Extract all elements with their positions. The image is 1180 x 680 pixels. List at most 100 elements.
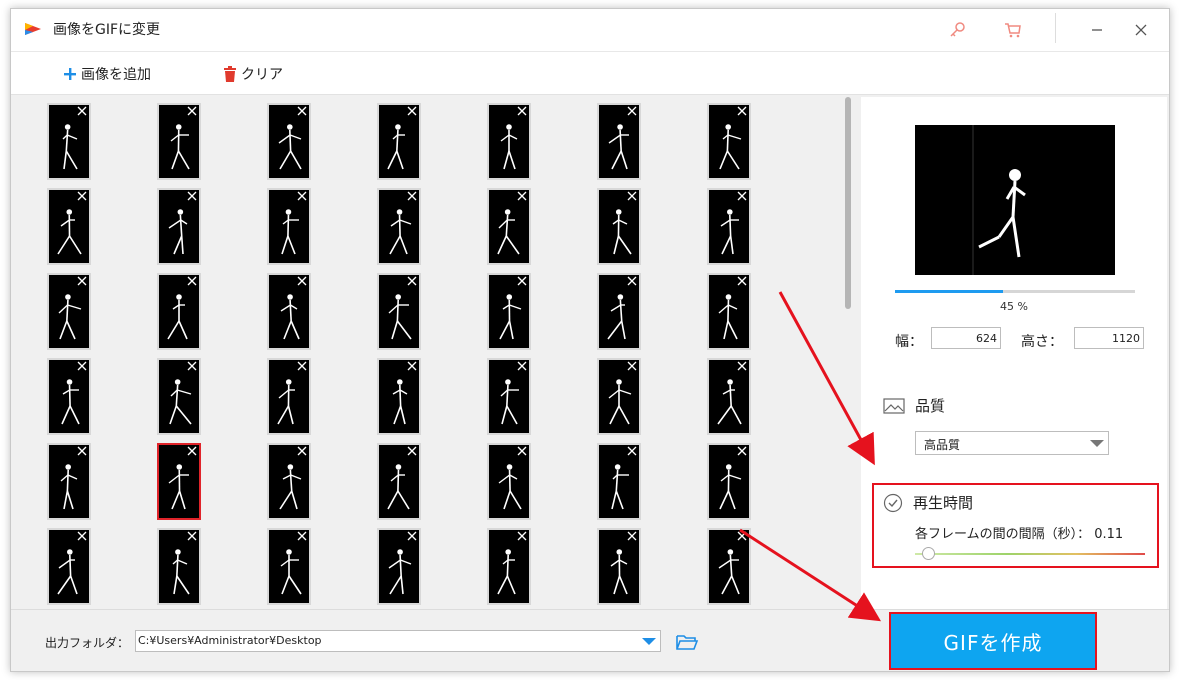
frame-thumbnail[interactable] — [707, 273, 751, 350]
frame-thumbnail[interactable] — [267, 273, 311, 350]
remove-frame-icon[interactable] — [187, 531, 197, 541]
add-image-button[interactable]: 画像を追加 — [63, 62, 151, 86]
frame-thumbnail[interactable] — [377, 443, 421, 520]
remove-frame-icon[interactable] — [77, 446, 87, 456]
remove-frame-icon[interactable] — [627, 106, 637, 116]
remove-frame-icon[interactable] — [187, 191, 197, 201]
remove-frame-icon[interactable] — [517, 106, 527, 116]
minimize-button[interactable] — [1083, 17, 1111, 43]
frame-thumbnail[interactable] — [597, 358, 641, 435]
frame-thumbnail[interactable] — [377, 103, 421, 180]
remove-frame-icon[interactable] — [627, 191, 637, 201]
frame-thumbnail[interactable] — [157, 103, 201, 180]
remove-frame-icon[interactable] — [187, 361, 197, 371]
frame-thumbnail[interactable] — [707, 443, 751, 520]
frame-thumbnail[interactable] — [157, 443, 201, 520]
close-button[interactable] — [1127, 17, 1155, 43]
frame-thumbnail[interactable] — [707, 528, 751, 605]
remove-frame-icon[interactable] — [627, 446, 637, 456]
clear-button[interactable]: クリア — [223, 62, 283, 86]
remove-frame-icon[interactable] — [187, 276, 197, 286]
frame-thumbnail[interactable] — [47, 188, 91, 265]
frame-thumbnail[interactable] — [597, 188, 641, 265]
remove-frame-icon[interactable] — [627, 531, 637, 541]
frame-thumbnail[interactable] — [377, 528, 421, 605]
remove-frame-icon[interactable] — [187, 446, 197, 456]
frame-thumbnail[interactable] — [707, 358, 751, 435]
frame-thumbnail[interactable] — [487, 528, 531, 605]
remove-frame-icon[interactable] — [737, 531, 747, 541]
thumbnail-scrollbar[interactable] — [845, 97, 853, 607]
frame-thumbnail[interactable] — [487, 273, 531, 350]
remove-frame-icon[interactable] — [517, 531, 527, 541]
frame-thumbnail[interactable] — [157, 358, 201, 435]
remove-frame-icon[interactable] — [407, 106, 417, 116]
remove-frame-icon[interactable] — [737, 191, 747, 201]
remove-frame-icon[interactable] — [407, 446, 417, 456]
frame-thumbnail[interactable] — [597, 528, 641, 605]
remove-frame-icon[interactable] — [297, 106, 307, 116]
frame-thumbnail[interactable] — [597, 103, 641, 180]
frame-thumbnail[interactable] — [267, 103, 311, 180]
frame-thumbnail[interactable] — [157, 188, 201, 265]
scrollbar-thumb[interactable] — [845, 97, 851, 309]
remove-frame-icon[interactable] — [297, 446, 307, 456]
frame-thumbnail[interactable] — [377, 188, 421, 265]
frame-thumbnail[interactable] — [47, 443, 91, 520]
frame-thumbnail[interactable] — [487, 103, 531, 180]
output-path-field[interactable]: C:¥Users¥Administrator¥Desktop — [135, 630, 661, 652]
interval-slider-track[interactable] — [915, 553, 1145, 555]
frame-thumbnail[interactable] — [597, 443, 641, 520]
remove-frame-icon[interactable] — [297, 531, 307, 541]
remove-frame-icon[interactable] — [627, 361, 637, 371]
key-button[interactable] — [943, 17, 971, 43]
frame-thumbnail[interactable] — [47, 358, 91, 435]
remove-frame-icon[interactable] — [407, 531, 417, 541]
remove-frame-icon[interactable] — [297, 191, 307, 201]
remove-frame-icon[interactable] — [77, 361, 87, 371]
width-input[interactable] — [931, 327, 1001, 349]
remove-frame-icon[interactable] — [77, 531, 87, 541]
frame-thumbnail[interactable] — [487, 358, 531, 435]
remove-frame-icon[interactable] — [737, 446, 747, 456]
remove-frame-icon[interactable] — [297, 361, 307, 371]
chevron-down-icon[interactable] — [642, 638, 656, 645]
cart-button[interactable] — [999, 17, 1027, 43]
frame-thumbnail[interactable] — [377, 273, 421, 350]
remove-frame-icon[interactable] — [517, 276, 527, 286]
frame-thumbnail[interactable] — [487, 443, 531, 520]
remove-frame-icon[interactable] — [737, 361, 747, 371]
height-input[interactable] — [1074, 327, 1144, 349]
frame-thumbnail[interactable] — [47, 273, 91, 350]
remove-frame-icon[interactable] — [517, 191, 527, 201]
frame-thumbnail[interactable] — [267, 188, 311, 265]
remove-frame-icon[interactable] — [407, 191, 417, 201]
create-gif-button[interactable]: GIFを作成 — [889, 612, 1097, 670]
remove-frame-icon[interactable] — [77, 106, 87, 116]
frame-thumbnail[interactable] — [47, 528, 91, 605]
frame-thumbnail[interactable] — [377, 358, 421, 435]
frame-thumbnail[interactable] — [707, 188, 751, 265]
frame-thumbnail[interactable] — [47, 103, 91, 180]
remove-frame-icon[interactable] — [297, 276, 307, 286]
remove-frame-icon[interactable] — [77, 191, 87, 201]
remove-frame-icon[interactable] — [517, 446, 527, 456]
frame-thumbnail[interactable] — [267, 358, 311, 435]
frame-thumbnail[interactable] — [267, 528, 311, 605]
remove-frame-icon[interactable] — [737, 276, 747, 286]
folder-icon[interactable] — [675, 632, 699, 652]
remove-frame-icon[interactable] — [187, 106, 197, 116]
frame-thumbnail[interactable] — [267, 443, 311, 520]
remove-frame-icon[interactable] — [517, 361, 527, 371]
frame-thumbnail[interactable] — [157, 528, 201, 605]
frame-thumbnail[interactable] — [487, 188, 531, 265]
remove-frame-icon[interactable] — [407, 276, 417, 286]
remove-frame-icon[interactable] — [737, 106, 747, 116]
remove-frame-icon[interactable] — [627, 276, 637, 286]
interval-slider-knob[interactable] — [922, 547, 935, 560]
frame-thumbnail[interactable] — [157, 273, 201, 350]
frame-thumbnail[interactable] — [597, 273, 641, 350]
quality-select[interactable]: 高品質 — [915, 431, 1109, 455]
remove-frame-icon[interactable] — [407, 361, 417, 371]
remove-frame-icon[interactable] — [77, 276, 87, 286]
